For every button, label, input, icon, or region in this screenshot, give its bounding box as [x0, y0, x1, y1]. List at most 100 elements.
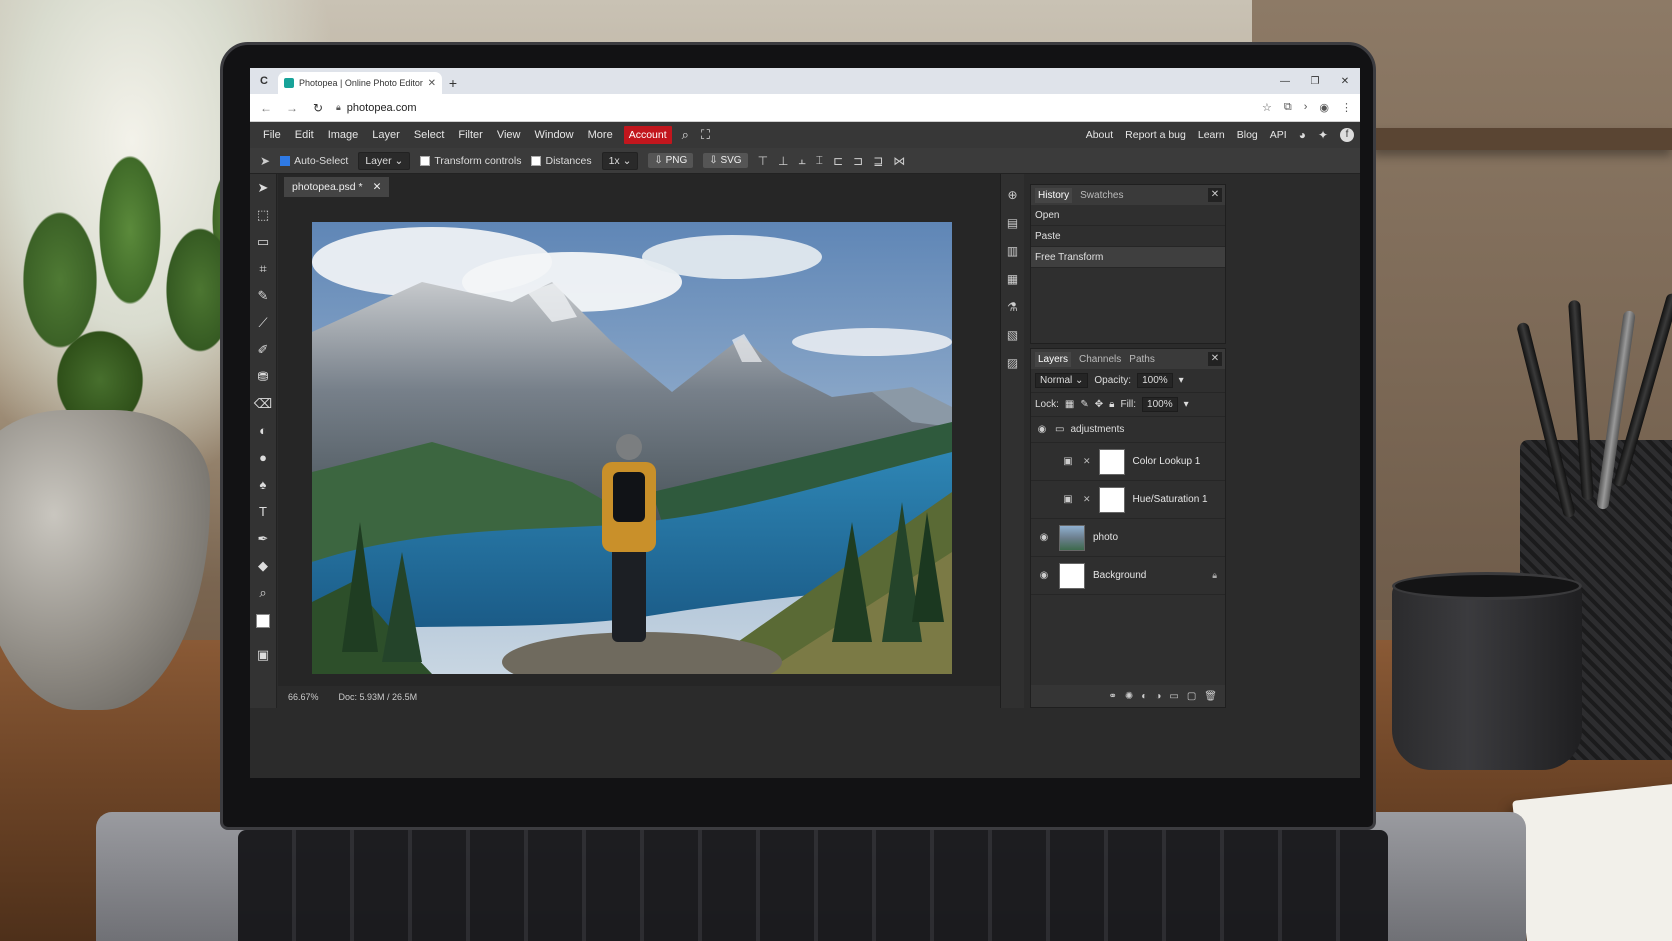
foreground-color-swatch[interactable] [256, 614, 277, 635]
dodge-tool-icon[interactable]: ♠ [250, 475, 277, 495]
mask-link-icon[interactable]: ✕ [1083, 494, 1091, 505]
image-canvas[interactable] [312, 222, 952, 674]
trash-icon[interactable]: 🗑︎ [1204, 691, 1217, 702]
tab-paths[interactable]: Paths [1129, 354, 1155, 365]
blur-tool-icon[interactable]: ● [250, 448, 277, 468]
history-item[interactable]: Paste [1031, 226, 1225, 247]
distribute-horizontal-icon[interactable]: ⋈ [893, 154, 905, 168]
search-icon[interactable]: ⌕ [676, 127, 695, 143]
align-right-icon[interactable]: ⊒ [873, 154, 883, 168]
layer-row-background[interactable]: ◉ Background 🔒︎ [1031, 557, 1225, 595]
eyedropper-tool-icon[interactable]: ✎ [250, 286, 277, 306]
pen-tool-icon[interactable]: ✒ [250, 529, 277, 549]
menu-view[interactable]: View [490, 122, 528, 148]
menu-window[interactable]: Window [528, 122, 581, 148]
extensions-icon[interactable]: ⧉ [1284, 101, 1292, 114]
layer-dropdown[interactable]: Layer ⌄ [358, 151, 411, 170]
close-icon[interactable]: ✕ [1208, 188, 1222, 202]
kebab-menu-icon[interactable]: ⋮ [1341, 101, 1352, 114]
distribute-icon[interactable]: ⌶ [816, 153, 823, 168]
move-tool-icon[interactable]: ➤ [250, 178, 277, 198]
link-blog[interactable]: Blog [1231, 122, 1264, 148]
site-info-icon[interactable]: 🔒︎ [336, 102, 341, 113]
menu-edit[interactable]: Edit [288, 122, 321, 148]
lock-all-icon[interactable]: 🔒︎ [1109, 399, 1114, 410]
quick-mask-icon[interactable]: ▣ [250, 645, 277, 665]
link-learn[interactable]: Learn [1192, 122, 1231, 148]
menu-image[interactable]: Image [321, 122, 366, 148]
bookmark-star-icon[interactable]: ☆ [1262, 101, 1272, 114]
url-field[interactable]: 🔒︎ photopea.com [336, 102, 1252, 114]
link-api[interactable]: API [1264, 122, 1293, 148]
close-window-icon[interactable]: ✕ [1330, 68, 1360, 94]
chevron-right-icon[interactable]: › [1304, 101, 1308, 114]
eraser-tool-icon[interactable]: ⌫ [250, 394, 277, 414]
align-left-icon[interactable]: ⊏ [833, 154, 843, 168]
swatches-icon[interactable]: ▥ [1007, 244, 1018, 258]
navigator-icon[interactable]: ⊕ [1007, 188, 1017, 202]
visibility-eye-icon[interactable]: ◉ [1035, 424, 1049, 435]
lock-paint-icon[interactable]: ✎ [1080, 399, 1088, 410]
clone-stamp-icon[interactable]: ⛃ [250, 367, 277, 387]
layer-row-adjustment[interactable]: ▣ ✕ Hue/Saturation 1 [1031, 481, 1225, 519]
history-item-active[interactable]: Free Transform [1031, 247, 1225, 268]
fullscreen-icon[interactable]: ⛶ [695, 127, 716, 143]
gradient-tool-icon[interactable]: ◐ [250, 421, 277, 441]
transform-controls-checkbox[interactable]: Transform controls [420, 155, 521, 167]
opacity-input[interactable]: 100% [1137, 373, 1173, 388]
reddit-icon[interactable]: ◕ [1293, 128, 1312, 142]
layer-row-photo[interactable]: ◉ photo [1031, 519, 1225, 557]
visibility-eye-icon[interactable]: ◉ [1037, 570, 1051, 581]
menu-filter[interactable]: Filter [451, 122, 489, 148]
marquee-tool-icon[interactable]: ▭ [250, 232, 277, 252]
lock-position-icon[interactable]: ✥ [1095, 399, 1103, 410]
mask-link-icon[interactable]: ✕ [1083, 456, 1091, 467]
link-report-bug[interactable]: Report a bug [1119, 122, 1192, 148]
histogram-icon[interactable]: ▦ [1007, 272, 1018, 286]
brush-panel-icon[interactable]: ⚗ [1007, 300, 1018, 314]
account-button[interactable]: Account [623, 126, 672, 144]
add-mask-icon[interactable]: ◑ [1155, 691, 1161, 702]
auto-select-checkbox[interactable]: Auto-Select [280, 155, 348, 167]
link-about[interactable]: About [1080, 122, 1119, 148]
new-layer-icon[interactable]: ▢ [1187, 691, 1196, 702]
menu-more[interactable]: More [581, 122, 620, 148]
document-close-icon[interactable]: ✕ [373, 181, 382, 193]
tab-layers[interactable]: Layers [1035, 351, 1072, 367]
new-adjustment-icon[interactable]: ◐ [1141, 691, 1147, 702]
distances-checkbox[interactable]: Distances [531, 155, 592, 167]
layer-effects-icon[interactable]: ✺ [1125, 691, 1133, 702]
lock-pixels-icon[interactable]: ▦ [1065, 399, 1074, 410]
menu-select[interactable]: Select [407, 122, 452, 148]
menu-file[interactable]: File [256, 122, 288, 148]
forward-icon[interactable]: → [284, 101, 300, 115]
history-icon[interactable]: ▤ [1007, 216, 1018, 230]
new-tab-icon[interactable]: + [442, 72, 464, 94]
crop-tool-icon[interactable]: ⌗ [250, 259, 277, 279]
history-item[interactable]: Open [1031, 205, 1225, 226]
background-color-swatch[interactable] [263, 621, 277, 635]
export-svg-button[interactable]: ⇩ SVG [703, 153, 748, 168]
tab-channels[interactable]: Channels [1079, 354, 1121, 365]
zoom-dropdown[interactable]: 1x ⌄ [601, 151, 639, 170]
document-tab[interactable]: photopea.psd * ✕ [284, 177, 390, 197]
menu-layer[interactable]: Layer [365, 122, 407, 148]
browser-menu-icon[interactable]: C [250, 68, 278, 94]
brush-tool-icon[interactable]: ✐ [250, 340, 277, 360]
type-tool-icon[interactable]: T [250, 502, 277, 522]
new-group-icon[interactable]: ▭ [1169, 691, 1178, 702]
profile-icon[interactable]: ◉ [1319, 101, 1329, 114]
layer-row-group[interactable]: ◉ ▭ adjustments [1031, 417, 1225, 443]
lasso-tool-icon[interactable]: ⬚ [250, 205, 277, 225]
tab-history[interactable]: History [1035, 187, 1073, 203]
chevron-down-icon[interactable]: ▾ [1184, 399, 1189, 410]
shape-tool-icon[interactable]: ◆ [250, 556, 277, 576]
align-center-icon[interactable]: ⊐ [853, 154, 863, 168]
tab-swatches[interactable]: Swatches [1080, 190, 1123, 201]
reload-icon[interactable]: ↻ [310, 101, 326, 115]
minimize-icon[interactable]: — [1270, 68, 1300, 94]
export-png-button[interactable]: ⇩ PNG [648, 153, 694, 168]
visibility-eye-icon[interactable]: ◉ [1037, 532, 1051, 543]
close-icon[interactable]: ✕ [1208, 352, 1222, 366]
info-icon[interactable]: ▨ [1007, 356, 1018, 370]
